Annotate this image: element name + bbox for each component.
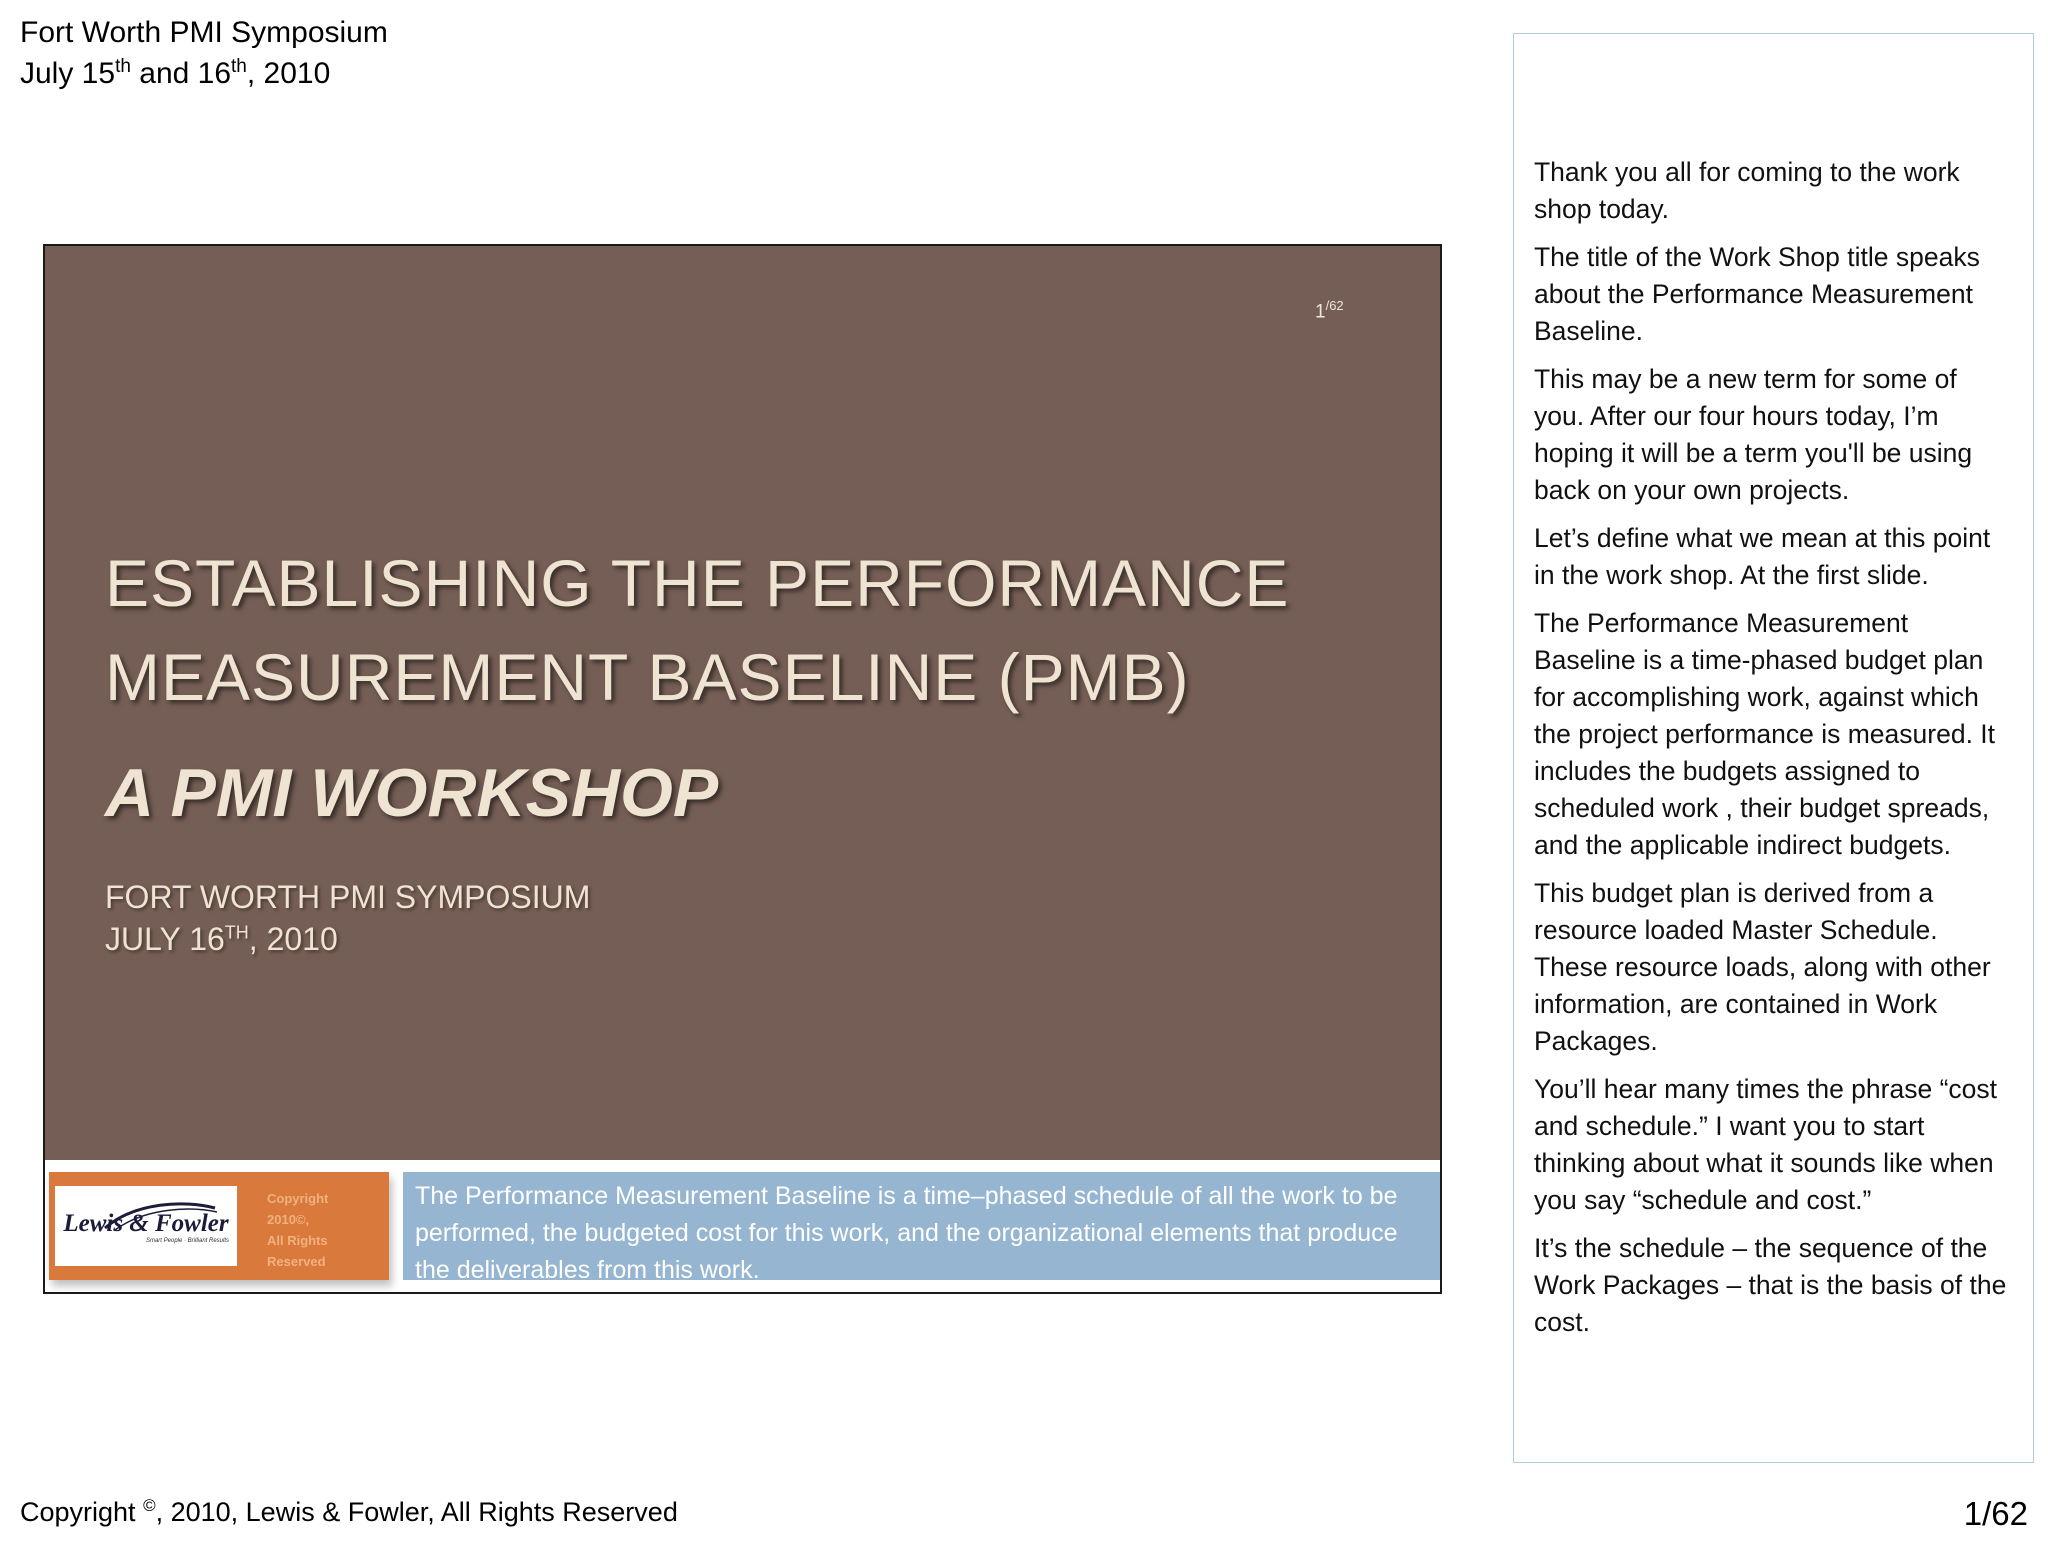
slide-footer: Lewis & Fowler Smart People · Brilliant … xyxy=(45,1160,1440,1292)
page-header: Fort Worth PMI Symposium July 15th and 1… xyxy=(20,12,388,94)
note-paragraph: You’ll hear many times the phrase “cost … xyxy=(1534,1074,1997,1215)
footer-copyright: Copyright ©, 2010, Lewis & Fowler, All R… xyxy=(20,1496,678,1527)
definition-text: The Performance Measurement Baseline is … xyxy=(415,1182,1398,1284)
header-dates: July 15th and 16th, 2010 xyxy=(20,56,331,90)
slide-thumbnail: 1/62 ESTABLISHING THE PERFORMANCE MEASUR… xyxy=(43,244,1442,1294)
slide-copyright: Copyright 2010©, All Rights Reserved xyxy=(267,1191,329,1269)
company-logo: Lewis & Fowler Smart People · Brilliant … xyxy=(55,1186,237,1266)
note-paragraph: This budget plan is derived from a resou… xyxy=(1534,878,1991,1056)
slide-title: ESTABLISHING THE PERFORMANCE MEASUREMENT… xyxy=(105,546,1290,714)
note-paragraph: This may be a new term for some of you. … xyxy=(1534,364,1973,505)
slide-event: FORT WORTH PMI SYMPOSIUM JULY 16TH, 2010 xyxy=(105,879,591,957)
note-paragraph: Let’s define what we mean at this point … xyxy=(1534,523,1991,590)
logo-tagline: Smart People · Brilliant Results xyxy=(145,1238,229,1244)
note-paragraph: The title of the Work Shop title speaks … xyxy=(1534,242,1980,346)
slide-body: 1/62 ESTABLISHING THE PERFORMANCE MEASUR… xyxy=(45,246,1440,1160)
company-block: Lewis & Fowler Smart People · Brilliant … xyxy=(49,1172,389,1280)
slide-subtitle: A PMI WORKSHOP xyxy=(105,755,719,831)
note-paragraph: The Performance Measurement Baseline is … xyxy=(1534,608,1996,860)
definition-block: The Performance Measurement Baseline is … xyxy=(403,1172,1440,1284)
logo-name: Lewis & Fowler xyxy=(63,1210,229,1237)
header-title: Fort Worth PMI Symposium xyxy=(20,16,388,49)
page-number: 1/62 xyxy=(1963,1495,2028,1532)
speaker-notes: Thank you all for coming to the work sho… xyxy=(1513,33,2034,1463)
slide-number: 1/62 xyxy=(1315,298,1344,323)
note-paragraph: It’s the schedule – the sequence of the … xyxy=(1534,1233,2007,1337)
note-paragraph: Thank you all for coming to the work sho… xyxy=(1534,157,1960,224)
